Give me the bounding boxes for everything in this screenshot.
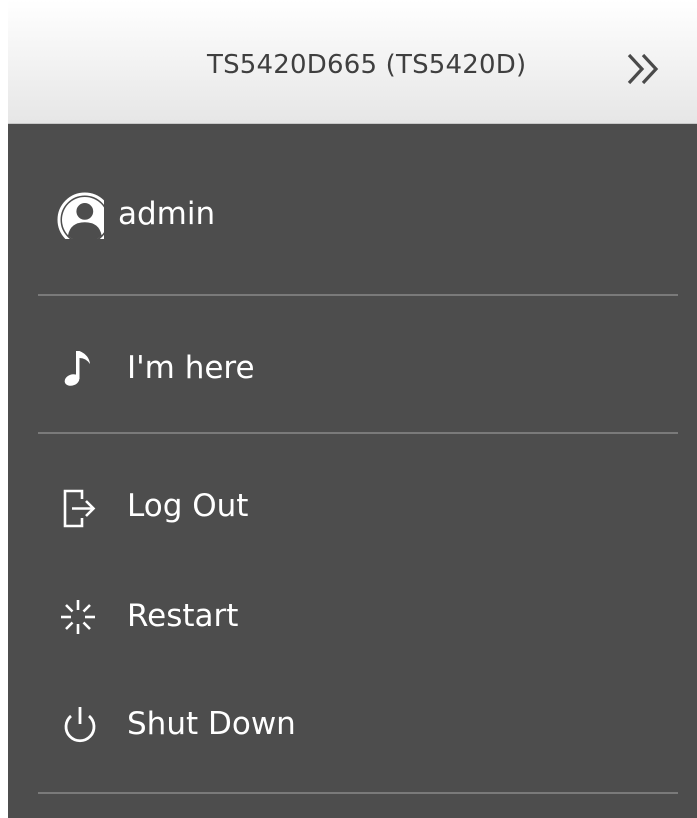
user-name: admin — [118, 196, 216, 232]
restart-label: Restart — [127, 598, 239, 634]
collapse-panel-button[interactable] — [620, 47, 668, 91]
logout-icon — [63, 489, 96, 528]
menu-body: admin I'm here Log Out Restart Shut Down — [8, 124, 697, 818]
device-title: TS5420D665 (TS5420D) — [207, 50, 527, 80]
shutdown-label: Shut Down — [127, 706, 296, 742]
divider — [38, 432, 678, 434]
locate-device-item[interactable]: I'm here — [8, 337, 697, 397]
user-row[interactable]: admin — [8, 179, 697, 239]
music-note-icon — [64, 351, 90, 386]
panel-header: TS5420D665 (TS5420D) — [8, 0, 697, 124]
shutdown-item[interactable]: Shut Down — [8, 693, 697, 753]
locate-device-label: I'm here — [127, 350, 255, 386]
double-chevron-right-icon — [627, 53, 659, 85]
power-icon — [64, 707, 96, 743]
restart-item[interactable]: Restart — [8, 585, 697, 645]
divider — [38, 294, 678, 296]
restart-icon — [61, 600, 95, 634]
side-menu-panel: TS5420D665 (TS5420D) admin I'm here Log … — [8, 0, 697, 818]
user-avatar-icon — [57, 192, 104, 239]
logout-item[interactable]: Log Out — [8, 475, 697, 535]
logout-label: Log Out — [127, 488, 249, 524]
divider — [38, 792, 678, 794]
